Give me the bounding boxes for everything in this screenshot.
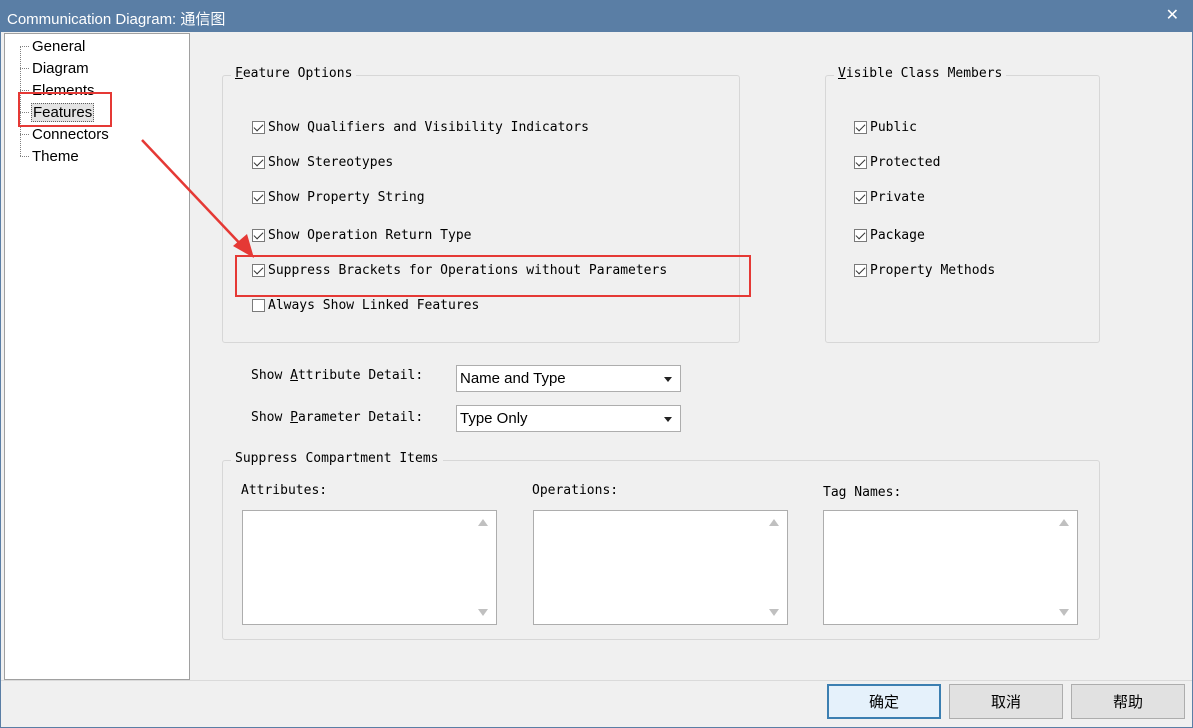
checkbox-label: Show Property String xyxy=(268,189,425,205)
label-accel: P xyxy=(290,410,298,425)
label-accel: A xyxy=(290,368,298,383)
scroll-up-icon[interactable] xyxy=(769,519,779,526)
visible-class-members-group: Visible Class Members xyxy=(825,66,1100,343)
checkbox-box[interactable] xyxy=(854,228,867,242)
dropdown-arrow-icon[interactable] xyxy=(664,417,672,422)
protected-checkbox[interactable]: Protected xyxy=(854,153,940,171)
tree-branch xyxy=(20,89,29,91)
property-methods-checkbox[interactable]: Property Methods xyxy=(854,261,995,279)
attribute-detail-label: Show Attribute Detail: xyxy=(251,368,423,383)
tree-branch xyxy=(20,45,29,47)
label-part: Show xyxy=(251,410,291,425)
operations-label: Operations: xyxy=(532,483,619,498)
checkbox-label: Show Stereotypes xyxy=(268,154,394,170)
checkbox-label: Private xyxy=(870,189,925,205)
parameter-detail-select[interactable]: Type Only xyxy=(456,405,681,432)
scroll-down-icon[interactable] xyxy=(478,609,488,616)
tree-item-diagram[interactable]: Diagram xyxy=(20,57,90,79)
tree-item-label: General xyxy=(32,37,86,55)
label-part: arameter Detail: xyxy=(297,410,424,425)
visible-members-legend: Visible Class Members xyxy=(834,66,1007,81)
show-property-string-checkbox[interactable]: Show Property String xyxy=(252,188,425,206)
legend-accel: V xyxy=(838,66,846,81)
checkbox-box[interactable] xyxy=(252,120,265,134)
scroll-up-icon[interactable] xyxy=(478,519,488,526)
show-stereotypes-checkbox[interactable]: Show Stereotypes xyxy=(252,153,393,171)
legend-text: eature Options xyxy=(242,66,353,81)
scroll-down-icon[interactable] xyxy=(1059,609,1069,616)
feature-options-legend: Feature Options xyxy=(231,66,357,81)
checkbox-label: Show Qualifiers and Visibility Indicator… xyxy=(268,119,589,135)
suppress-legend: Suppress Compartment Items xyxy=(231,451,443,466)
help-button[interactable]: 帮助 xyxy=(1071,684,1185,719)
checkbox-box[interactable] xyxy=(854,120,867,134)
checkbox-box[interactable] xyxy=(252,298,265,312)
tree-item-theme[interactable]: Theme xyxy=(20,145,80,167)
tree-item-label: Theme xyxy=(32,147,79,165)
public-checkbox[interactable]: Public xyxy=(854,118,917,136)
checkbox-box[interactable] xyxy=(854,190,867,204)
show-qualifiers-checkbox[interactable]: Show Qualifiers and Visibility Indicator… xyxy=(252,118,589,136)
suppress-brackets-highlight-box xyxy=(235,255,751,297)
checkbox-label: Property Methods xyxy=(870,262,996,278)
select-value: Name and Type xyxy=(460,370,566,387)
attributes-list[interactable] xyxy=(242,510,497,625)
tree-item-label: Diagram xyxy=(32,59,89,77)
ok-button[interactable]: 确定 xyxy=(827,684,941,719)
tag-names-label: Tag Names: xyxy=(823,485,902,500)
features-highlight-box xyxy=(18,92,112,127)
operations-list[interactable] xyxy=(533,510,788,625)
checkbox-box[interactable] xyxy=(854,155,867,169)
select-value: Type Only xyxy=(460,410,528,427)
checkbox-label: Protected xyxy=(870,154,941,170)
tree-branch xyxy=(20,155,29,157)
checkbox-label: Package xyxy=(870,227,925,243)
private-checkbox[interactable]: Private xyxy=(854,188,925,206)
checkbox-label: Show Operation Return Type xyxy=(268,227,472,243)
category-tree: General Diagram Elements Features Connec… xyxy=(4,33,190,680)
close-icon[interactable]: ✕ xyxy=(1166,5,1179,24)
always-show-linked-features-checkbox[interactable]: Always Show Linked Features xyxy=(252,296,479,314)
legend-text: isible Class Members xyxy=(845,66,1003,81)
tree-branch xyxy=(20,133,29,135)
label-part: ttribute Detail: xyxy=(297,368,424,383)
scroll-down-icon[interactable] xyxy=(769,609,779,616)
tag-names-list[interactable] xyxy=(823,510,1078,625)
title-bar: Communication Diagram: 通信图 ✕ xyxy=(0,0,1193,32)
window-title: Communication Diagram: 通信图 xyxy=(7,11,226,28)
checkbox-box[interactable] xyxy=(252,228,265,242)
legend-accel: F xyxy=(235,66,243,81)
checkbox-box[interactable] xyxy=(252,155,265,169)
dialog-body: General Diagram Elements Features Connec… xyxy=(0,32,1193,728)
package-checkbox[interactable]: Package xyxy=(854,226,925,244)
cancel-button[interactable]: 取消 xyxy=(949,684,1063,719)
attributes-label: Attributes: xyxy=(241,483,328,498)
checkbox-label: Public xyxy=(870,119,917,135)
tree-item-general[interactable]: General xyxy=(20,35,86,57)
button-separator xyxy=(1,680,1192,681)
attribute-detail-select[interactable]: Name and Type xyxy=(456,365,681,392)
label-part: Show xyxy=(251,368,291,383)
checkbox-box[interactable] xyxy=(252,190,265,204)
tree-item-label: Connectors xyxy=(32,125,109,143)
checkbox-box[interactable] xyxy=(854,263,867,277)
tree-branch xyxy=(20,67,29,69)
show-operation-return-type-checkbox[interactable]: Show Operation Return Type xyxy=(252,226,472,244)
checkbox-label: Always Show Linked Features xyxy=(268,297,480,313)
dropdown-arrow-icon[interactable] xyxy=(664,377,672,382)
parameter-detail-label: Show Parameter Detail: xyxy=(251,410,423,425)
scroll-up-icon[interactable] xyxy=(1059,519,1069,526)
